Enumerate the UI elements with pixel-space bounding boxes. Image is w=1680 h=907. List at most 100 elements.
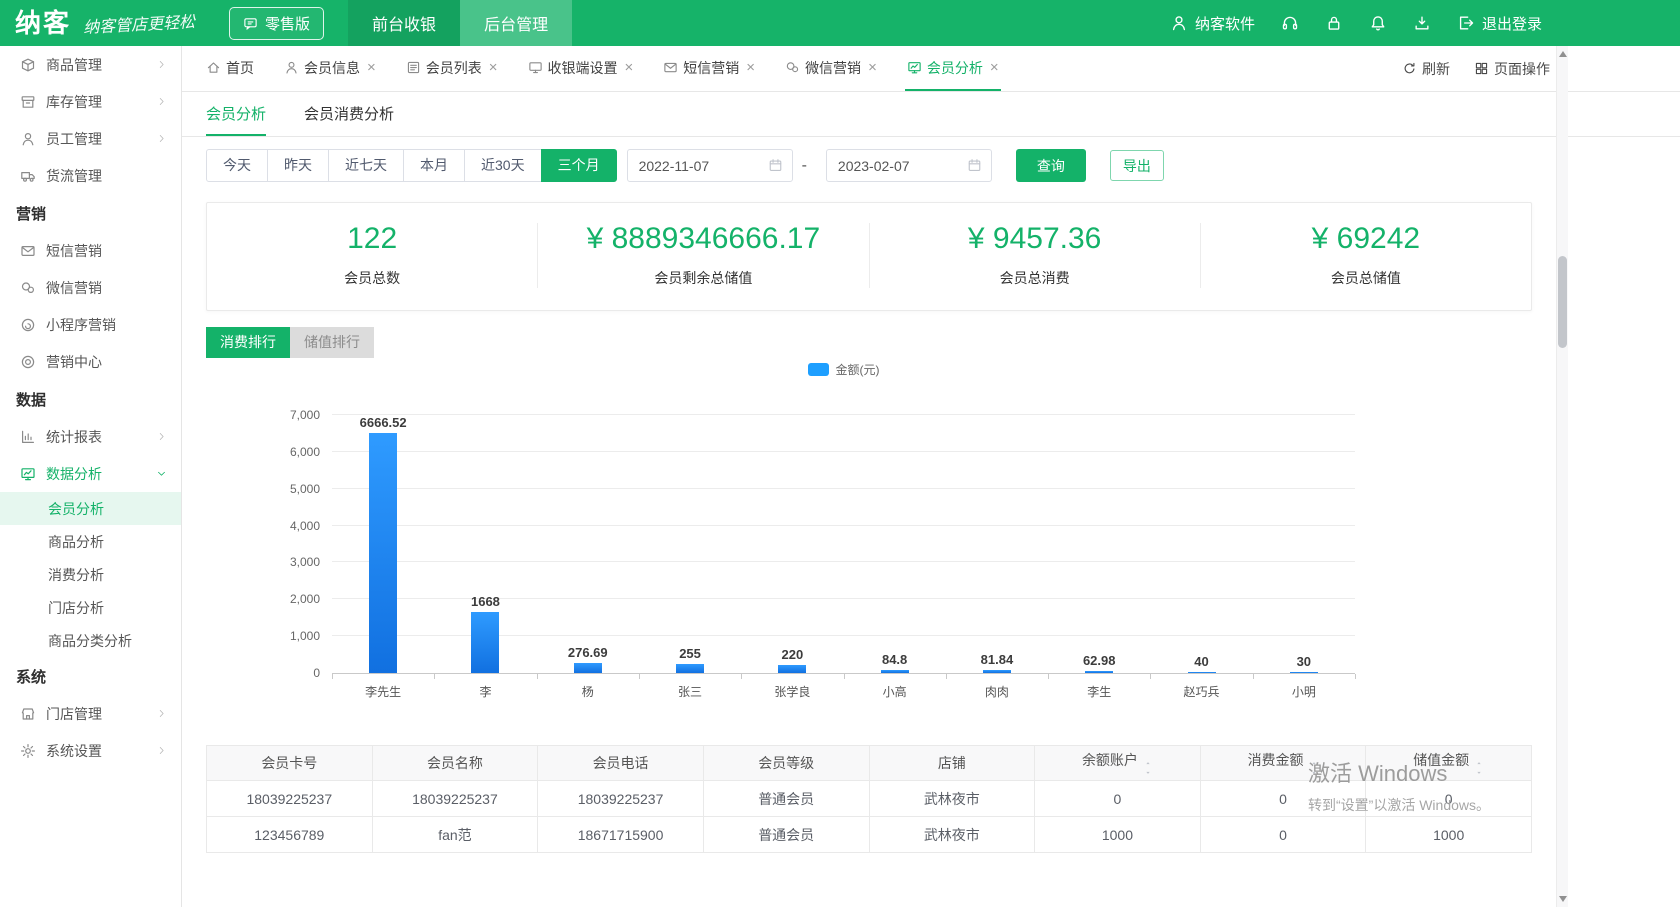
- sidebar-item[interactable]: 统计报表: [0, 418, 181, 455]
- sidebar-item[interactable]: 员工管理: [0, 120, 181, 157]
- sidebar-section-label: 营销: [0, 194, 181, 232]
- bar-value-label: 220: [781, 647, 803, 662]
- sidebar-item[interactable]: 短信营销: [0, 232, 181, 269]
- page-scrollbar[interactable]: [1556, 46, 1568, 907]
- column-header[interactable]: 余额账户: [1035, 746, 1201, 781]
- quick-range-button[interactable]: 本月: [403, 149, 465, 182]
- sidebar-item[interactable]: 营销中心: [0, 343, 181, 380]
- tab-close-icon[interactable]: ×: [990, 60, 999, 75]
- stat-item: 122会员总数: [207, 223, 538, 288]
- sort-carets[interactable]: [1143, 760, 1153, 776]
- legend-swatch: [808, 363, 829, 376]
- tab-close-icon[interactable]: ×: [489, 60, 498, 75]
- tab-item[interactable]: 微信营销×: [783, 46, 879, 91]
- quick-range-button[interactable]: 今天: [206, 149, 268, 182]
- rank-tabs: 消费排行储值排行: [206, 327, 1532, 358]
- notifications-bell-icon[interactable]: [1369, 14, 1387, 32]
- download-icon[interactable]: [1413, 14, 1431, 32]
- sidebar-item[interactable]: 门店管理: [0, 695, 181, 732]
- rank-tab[interactable]: 储值排行: [290, 327, 374, 358]
- column-header-label: 会员电话: [593, 755, 649, 771]
- quick-range-button[interactable]: 近30天: [464, 149, 542, 182]
- topnav: 前台收银后台管理: [348, 0, 572, 46]
- sidebar-item[interactable]: 数据分析: [0, 455, 181, 492]
- sidebar-item-label: 短信营销: [46, 241, 102, 261]
- chart-legend[interactable]: 金额(元): [332, 361, 1355, 378]
- tab-close-icon[interactable]: ×: [367, 60, 376, 75]
- app-logo: 纳客: [15, 10, 71, 36]
- subtab[interactable]: 会员分析: [206, 92, 266, 136]
- tab-item[interactable]: 会员分析×: [905, 46, 1001, 91]
- subtab[interactable]: 会员消费分析: [304, 92, 394, 136]
- quick-range-button[interactable]: 昨天: [267, 149, 329, 182]
- topnav-tab[interactable]: 前台收银: [348, 0, 460, 46]
- lock-icon[interactable]: [1325, 14, 1343, 32]
- table-row[interactable]: 123456789fan范18671715900普通会员武林夜市10000100…: [207, 817, 1532, 853]
- table-cell: 武林夜市: [869, 781, 1035, 817]
- page-operations-label: 页面操作: [1494, 59, 1550, 79]
- page-operations-button[interactable]: 页面操作: [1474, 59, 1550, 79]
- support-headset-icon[interactable]: [1281, 14, 1299, 32]
- sort-carets[interactable]: [1309, 760, 1319, 776]
- scrollbar-down-arrow[interactable]: [1559, 896, 1567, 902]
- logout-button[interactable]: 退出登录: [1457, 13, 1542, 34]
- tab-item[interactable]: 收银端设置 ×: [526, 46, 636, 91]
- sidebar-subitem[interactable]: 商品分析: [0, 525, 181, 558]
- bar: [471, 612, 499, 673]
- tab-item[interactable]: 首页: [204, 46, 256, 91]
- date-from-input[interactable]: 2022-11-07: [627, 149, 793, 182]
- sms-icon: [20, 243, 36, 259]
- sidebar-item-label: 库存管理: [46, 92, 102, 112]
- sidebar-item[interactable]: 系统设置: [0, 732, 181, 769]
- x-axis-tick: [1150, 674, 1151, 679]
- sidebar-subitem[interactable]: 会员分析: [0, 492, 181, 525]
- column-header[interactable]: 消费金额: [1200, 746, 1366, 781]
- sidebar-item[interactable]: 货流管理: [0, 157, 181, 194]
- tab-close-icon[interactable]: ×: [625, 60, 634, 75]
- table-cell: fan范: [372, 817, 538, 853]
- sidebar-item[interactable]: 小程序营销: [0, 306, 181, 343]
- table-cell: 0: [1200, 781, 1366, 817]
- chevron-down-icon: [156, 468, 167, 479]
- sidebar-section-label: 系统: [0, 657, 181, 695]
- tab-item[interactable]: 短信营销×: [661, 46, 757, 91]
- tab-item[interactable]: 会员列表×: [404, 46, 500, 91]
- sidebar-subitem[interactable]: 消费分析: [0, 558, 181, 591]
- chevron-right-icon: [156, 96, 167, 107]
- sidebar-subitem[interactable]: 门店分析: [0, 591, 181, 624]
- bar: [983, 670, 1011, 673]
- x-axis-tick: [946, 674, 947, 679]
- date-to-input[interactable]: 2023-02-07: [826, 149, 992, 182]
- open-tabs: 首页会员信息×会员列表×收银端设置×短信营销×微信营销×会员分析×: [204, 46, 1001, 91]
- sidebar-item[interactable]: 微信营销: [0, 269, 181, 306]
- tab-label: 收银端设置: [548, 58, 618, 78]
- column-header[interactable]: 储值金额: [1366, 746, 1532, 781]
- sidebar-item[interactable]: 商品管理: [0, 46, 181, 83]
- tab-close-icon[interactable]: ×: [746, 60, 755, 75]
- sidebar-item[interactable]: 库存管理: [0, 83, 181, 120]
- refresh-button[interactable]: 刷新: [1402, 59, 1450, 79]
- scrollbar-thumb[interactable]: [1558, 256, 1567, 348]
- tab-close-icon[interactable]: ×: [868, 60, 877, 75]
- tab-label: 会员信息: [304, 58, 360, 78]
- quick-range-button[interactable]: 三个月: [541, 149, 617, 182]
- stats-card: 122会员总数¥ 8889346666.17会员剩余总储值¥ 9457.36会员…: [206, 202, 1532, 311]
- query-button[interactable]: 查询: [1016, 149, 1086, 182]
- sidebar-subitem[interactable]: 商品分类分析: [0, 624, 181, 657]
- bar-value-label: 6666.52: [360, 415, 407, 430]
- table-row[interactable]: 180392252371803922523718039225237普通会员武林夜…: [207, 781, 1532, 817]
- chart: 金额(元) 01,0002,0003,0004,0005,0006,0007,0…: [206, 361, 1532, 700]
- edition-badge[interactable]: 零售版: [229, 7, 324, 40]
- sort-carets[interactable]: [1474, 760, 1484, 776]
- quick-range-button[interactable]: 近七天: [328, 149, 404, 182]
- tab-item[interactable]: 会员信息 ×: [282, 46, 378, 91]
- scrollbar-up-arrow[interactable]: [1559, 51, 1567, 57]
- topbar: 纳客 纳客管店更轻松 零售版 前台收银后台管理 纳客软件 退出登录: [0, 0, 1680, 46]
- content: 会员分析会员消费分析 今天昨天近七天本月近30天三个月 2022-11-07 -…: [182, 92, 1680, 907]
- user-menu[interactable]: 纳客软件: [1170, 13, 1255, 34]
- x-axis-category-label: 张学良: [741, 683, 843, 700]
- topnav-tab[interactable]: 后台管理: [460, 0, 572, 46]
- export-button[interactable]: 导出: [1110, 150, 1164, 181]
- column-header-label: 储值金额: [1413, 752, 1469, 768]
- rank-tab[interactable]: 消费排行: [206, 327, 290, 358]
